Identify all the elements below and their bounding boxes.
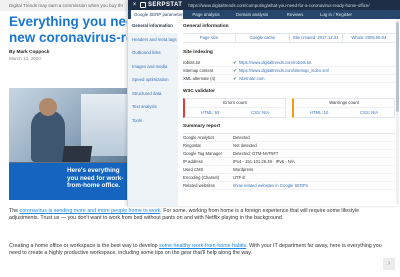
paragraph-text: Creating a home office or workspace is t… — [9, 243, 160, 249]
css-errors-link[interactable]: CSS: N/A — [251, 108, 269, 118]
sidebar-item-headers-meta[interactable]: Headers and meta tags — [128, 33, 178, 47]
serpstat-sidebar: General information Headers and meta tag… — [128, 19, 178, 206]
whois-value[interactable]: Whois: 2005.06.04 — [343, 33, 395, 43]
summary-value: IPv4 - 151.101.26.49 · IPv6 - N/A — [233, 159, 295, 164]
indexing-row: XML alternate (4) ✔ Alternate.com — [183, 75, 395, 83]
tab-domain-analysis[interactable]: Domain analysis — [229, 10, 275, 19]
tab-google-serp-parameters[interactable]: Google SERP parameters — [131, 10, 185, 19]
table-row: Related websites show related websites in… — [183, 182, 395, 190]
sidebar-item-general-information[interactable]: General information — [128, 19, 178, 33]
summary-value: Not detected — [233, 143, 257, 148]
check-icon: ✔ — [233, 75, 237, 81]
summary-value: Wordpress — [233, 167, 254, 172]
browser-page: Digital Trends may earn a commission whe… — [0, 0, 400, 277]
sidebar-item-images-media[interactable]: Images and media — [128, 60, 178, 74]
indexing-key: robots.txt — [183, 60, 201, 65]
scrollbar-thumb[interactable] — [396, 22, 399, 112]
serpstat-topbar: × SERPSTAT https://www.digitaltrends.com… — [128, 0, 400, 10]
page-size-link[interactable]: Page size — [183, 33, 237, 43]
article-paragraph-1: The coronavirus is sending more and more… — [9, 208, 389, 223]
sidebar-item-outbound-links[interactable]: Outbound links — [128, 46, 178, 60]
serpstat-logo-text: SERPSTAT — [148, 2, 183, 8]
xml-alternate-link[interactable]: Alternate.com — [239, 76, 265, 81]
table-row: IP address IPv4 - 151.101.26.49 · IPv6 - … — [183, 158, 395, 166]
sidebar-item-speed-optimization[interactable]: Speed optimization — [128, 73, 178, 87]
table-row: Google Analytics Detected — [183, 134, 395, 142]
serpstat-tabs: Google SERP parameters Page analysis Dom… — [128, 10, 400, 19]
indexing-row: Sitemap content ✔ https://www.digitaltre… — [183, 67, 395, 75]
serpstat-logo-icon — [140, 2, 146, 8]
errors-label: Errors count — [185, 99, 285, 108]
summary-value: UTF-8 — [233, 175, 245, 180]
tab-reviews[interactable]: Reviews — [275, 10, 315, 19]
sidebar-item-structured-data[interactable]: Structured data — [128, 87, 178, 101]
photo-person — [31, 110, 65, 162]
site-created-value[interactable]: Site created: 2017.12.31 — [290, 33, 343, 43]
side-widget-button[interactable]: › — [383, 258, 395, 270]
summary-key: Encoding (Charset) — [183, 175, 220, 180]
w3c-validator: Errors count HTML: 92 CSS: N/A Warnings … — [183, 98, 395, 118]
paragraph-text: The — [9, 208, 20, 214]
summary-key: IP address — [183, 159, 203, 164]
article-date: March 13, 2020 — [9, 56, 41, 61]
general-information-title: General information — [183, 24, 229, 29]
html-errors-link[interactable]: HTML: 92 — [201, 108, 219, 118]
summary-value: Detected — [233, 135, 250, 140]
summary-key: Ringostat — [183, 143, 201, 148]
serpstat-content: General information Page size Google cac… — [183, 24, 395, 190]
summary-value: Detected: GTM-NVF5F7 — [233, 151, 279, 156]
indexing-key: XML alternate (4) — [183, 76, 216, 81]
current-url: https://www.digitaltrends.com/computing/… — [188, 2, 370, 8]
warnings-values: HTML: 10 CSS: N/A — [294, 108, 394, 118]
css-warnings-link[interactable]: CSS: N/A — [360, 108, 378, 118]
summary-report-title: Summary report — [183, 124, 221, 129]
w3c-validator-title: W3C validator — [183, 89, 215, 94]
check-icon: ✔ — [233, 67, 237, 73]
summary-key: Google Tag Manager — [183, 151, 223, 156]
summary-table: Google Analytics Detected Ringostat Not de… — [183, 133, 395, 190]
image-caption: Here's everything you need for work-from… — [9, 163, 129, 200]
indexing-row: robots.txt ✔ https://www.digitaltrends.c… — [183, 59, 395, 67]
sitemap-link[interactable]: https://www.digitaltrends.com/sitemap_in… — [239, 68, 329, 73]
table-row: Encoding (Charset) UTF-8 — [183, 174, 395, 182]
login-register-link[interactable]: Log in / Register — [315, 10, 355, 19]
google-cache-link[interactable]: Google cache — [236, 33, 290, 43]
coronavirus-link[interactable]: coronavirus is sending more and more peo… — [20, 208, 161, 214]
summary-key: Related websites — [183, 183, 215, 188]
sidebar-item-tools[interactable]: Tools — [128, 114, 178, 128]
affiliate-notice: Digital Trends may earn a commission whe… — [0, 0, 128, 11]
html-warnings-link[interactable]: HTML: 10 — [310, 108, 328, 118]
table-row: Used CMS Wordpress — [183, 166, 395, 174]
article-headline-line1: Everything you need to s — [9, 14, 170, 29]
errors-values: HTML: 92 CSS: N/A — [185, 108, 285, 118]
warnings-box: Warnings count HTML: 10 CSS: N/A — [292, 98, 395, 118]
summary-key: Google Analytics — [183, 135, 215, 140]
related-websites-link[interactable]: show related websites in Google SERPs — [233, 183, 308, 188]
serpstat-logo: SERPSTAT — [140, 2, 182, 8]
general-information-grid: Page size Google cache Site created: 201… — [183, 33, 395, 43]
tab-page-analysis[interactable]: Page analysis — [183, 10, 229, 19]
close-icon[interactable]: × — [131, 2, 138, 8]
photo-person-head — [39, 98, 57, 116]
indexing-key: Sitemap content — [183, 68, 214, 73]
article-header: Everything you need to s new coronavirus… — [9, 14, 171, 62]
site-indexing-title: Site indexing — [183, 50, 213, 55]
warnings-label: Warnings count — [294, 99, 394, 108]
article-paragraph-2: Creating a home office or workspace is t… — [9, 243, 389, 258]
healthy-habits-link[interactable]: some healthy work-from-home habits — [159, 243, 246, 249]
table-row: Google Tag Manager Detected: GTM-NVF5F7 — [183, 150, 395, 158]
serpstat-panel: × SERPSTAT https://www.digitaltrends.com… — [127, 0, 400, 206]
check-icon: ✔ — [233, 59, 237, 65]
summary-key: Used CMS — [183, 167, 204, 172]
robots-link[interactable]: https://www.digitaltrends.com/robots.txt — [239, 60, 312, 65]
sidebar-item-text-analysis[interactable]: Text analysis — [128, 100, 178, 114]
article-headline-line2: new coronavirus-ready H — [9, 30, 171, 45]
errors-box: Errors count HTML: 92 CSS: N/A — [183, 98, 286, 118]
table-row: Ringostat Not detected — [183, 142, 395, 150]
